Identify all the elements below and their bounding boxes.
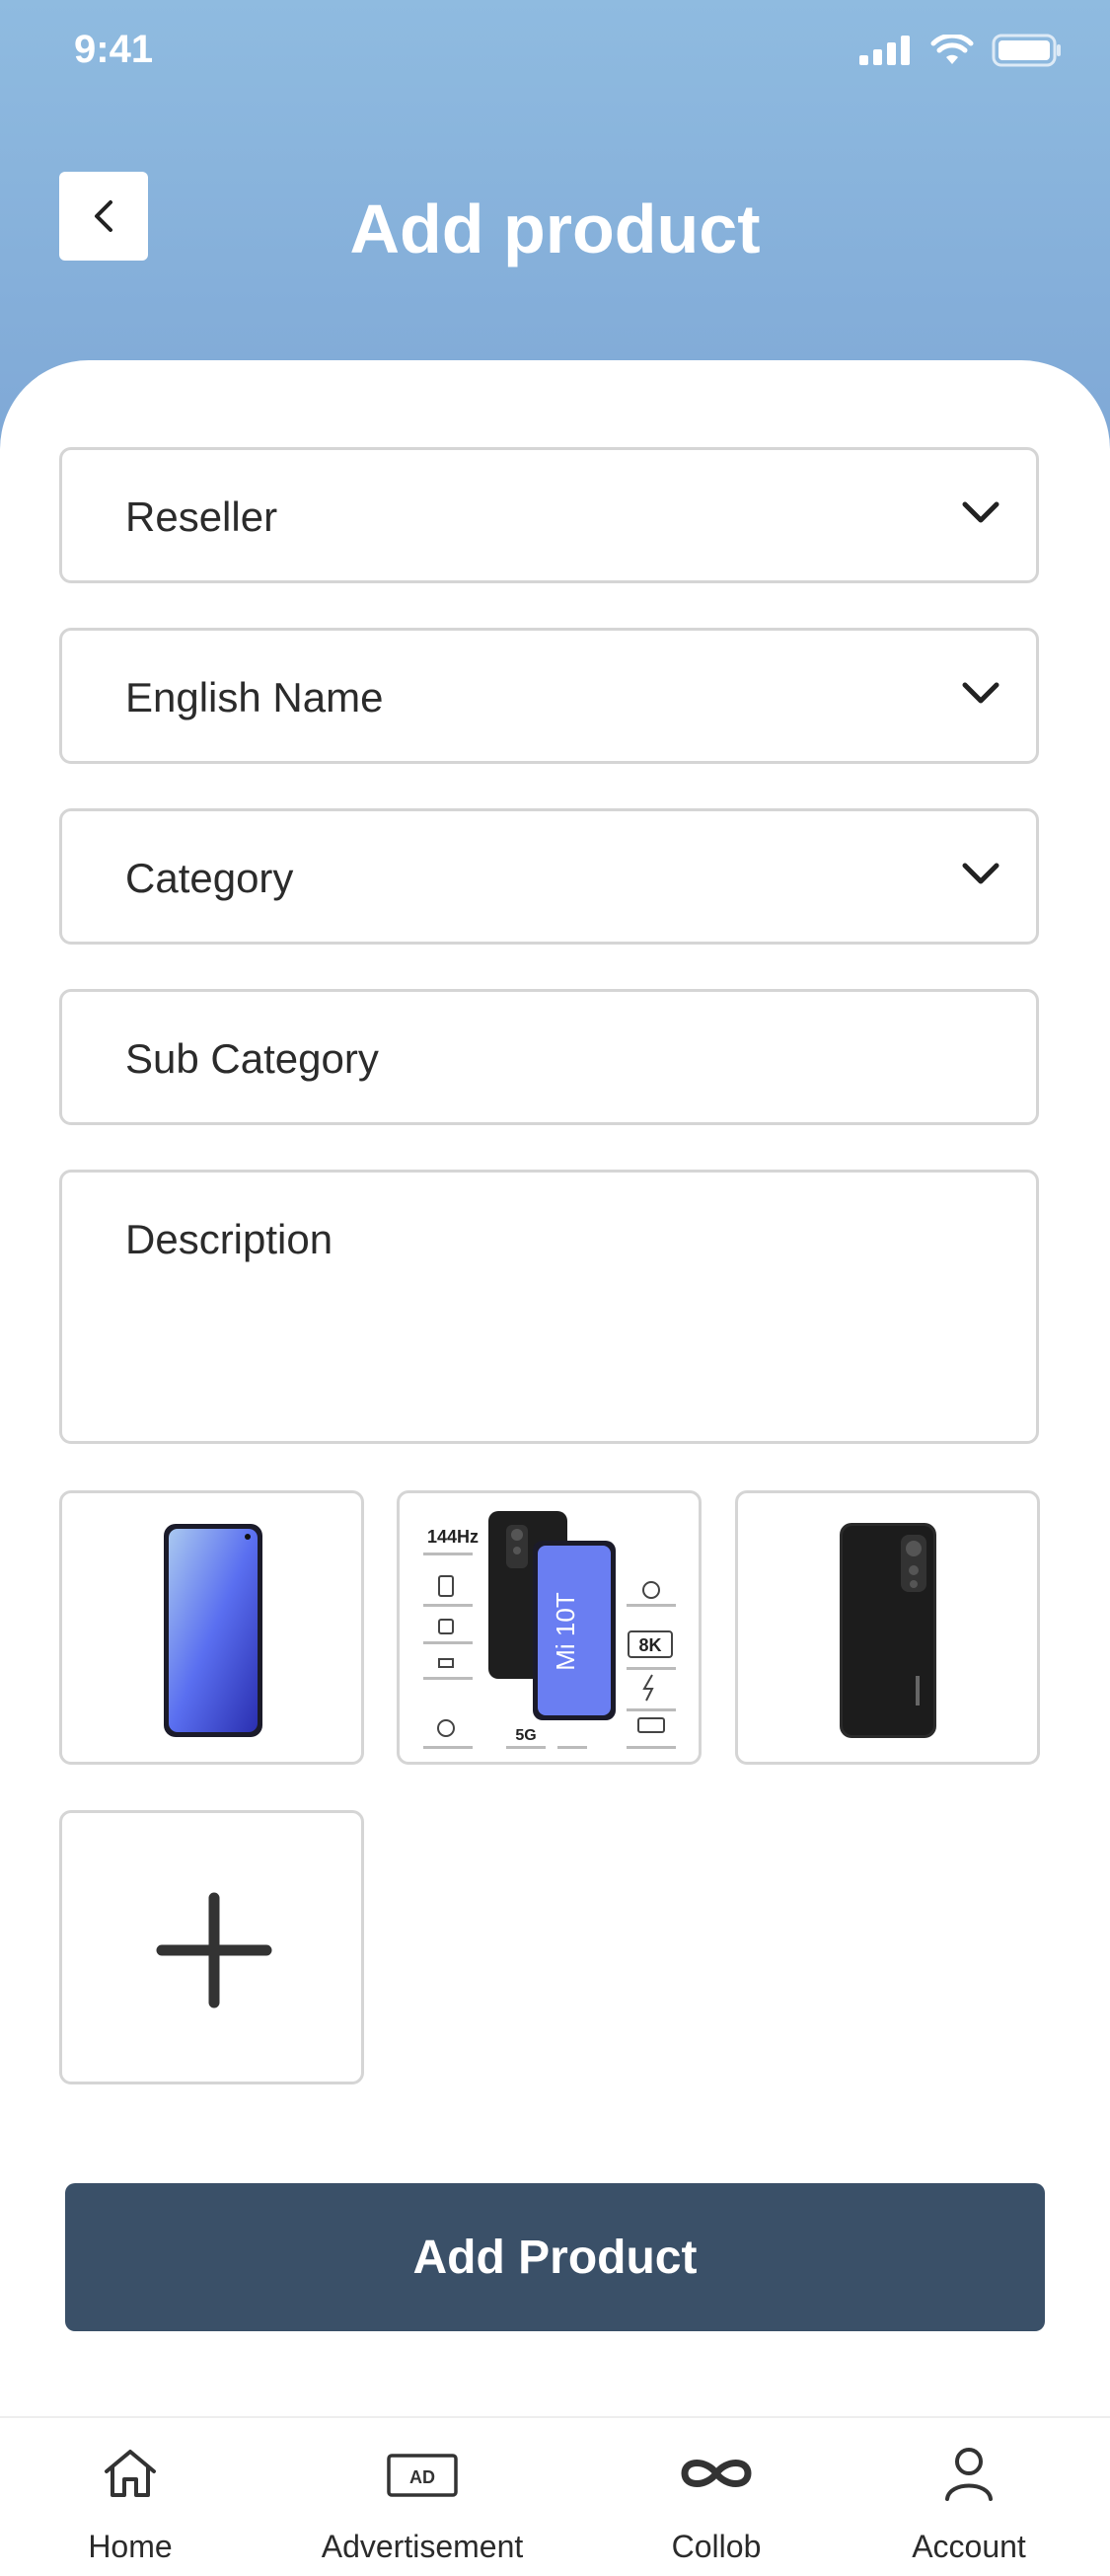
- chevron-down-icon: [962, 863, 999, 884]
- category-select[interactable]: Category: [59, 808, 1039, 945]
- tab-account-label: Account: [912, 2529, 1026, 2564]
- tab-home-label: Home: [88, 2529, 173, 2564]
- description-label: Description: [125, 1216, 333, 1262]
- product-image-2[interactable]: Mi 10T 144Hz 8K 5G: [397, 1490, 702, 1765]
- tab-home[interactable]: Home: [2, 2418, 259, 2576]
- page-title: Add product: [349, 190, 761, 267]
- signal-icon: [859, 36, 910, 65]
- description-field[interactable]: Description: [59, 1170, 1039, 1444]
- ad-badge-text: AD: [409, 2467, 435, 2487]
- battery-icon: [992, 34, 1061, 67]
- ad-icon: AD: [387, 2454, 458, 2497]
- product-image-1[interactable]: [59, 1490, 364, 1765]
- english-name-label: English Name: [125, 674, 384, 720]
- bottom-tab-bar: Home AD Advertisement Collob Account: [0, 2416, 1110, 2576]
- phone-box-image: Mi 10T 144Hz 8K 5G: [423, 1511, 676, 1749]
- reseller-label: Reseller: [125, 493, 278, 540]
- user-icon: [945, 2448, 993, 2501]
- home-icon: [105, 2450, 156, 2497]
- tab-advertisement[interactable]: AD Advertisement: [294, 2418, 551, 2576]
- status-icons: [859, 34, 1063, 67]
- status-bar: 9:41: [0, 0, 1110, 109]
- spec-144hz: 144Hz: [427, 1527, 479, 1547]
- add-product-button[interactable]: Add Product: [65, 2183, 1045, 2331]
- sub-category-label: Sub Category: [125, 1035, 379, 1082]
- spec-5g: 5G: [515, 1727, 536, 1744]
- plus-icon: [156, 1892, 272, 2008]
- phone-back-image: [840, 1523, 936, 1738]
- infinity-icon: [681, 2460, 752, 2487]
- chevron-down-icon: [962, 682, 999, 704]
- tab-collob-label: Collob: [671, 2529, 762, 2564]
- english-name-select[interactable]: English Name: [59, 628, 1039, 764]
- phone-front-image: [164, 1524, 262, 1737]
- tab-collob[interactable]: Collob: [588, 2418, 845, 2576]
- add-image-button[interactable]: [59, 1810, 364, 2084]
- chevron-down-icon: [962, 501, 999, 523]
- status-time: 9:41: [74, 28, 154, 71]
- product-image-3[interactable]: [735, 1490, 1040, 1765]
- category-label: Category: [125, 855, 294, 901]
- reseller-select[interactable]: Reseller: [59, 447, 1039, 583]
- tab-account[interactable]: Account: [841, 2418, 1097, 2576]
- sub-category-field[interactable]: Sub Category: [59, 989, 1039, 1125]
- wifi-icon: [930, 35, 974, 64]
- tab-advertisement-label: Advertisement: [321, 2529, 524, 2564]
- spec-8k: 8K: [638, 1635, 661, 1655]
- model-text: Mi 10T: [551, 1592, 580, 1671]
